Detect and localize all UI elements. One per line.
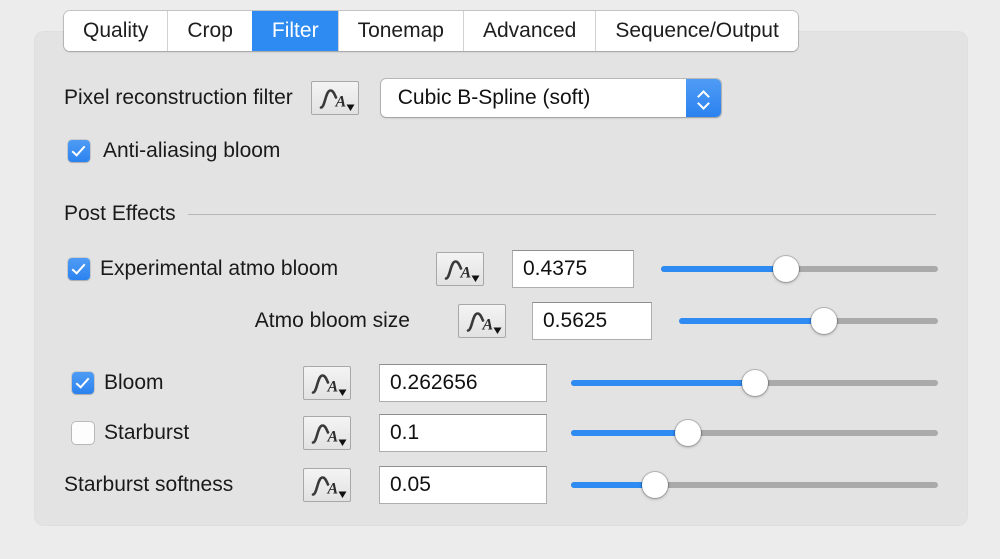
atmo-bloom-size-row: Atmo bloom size A 0.5625 (0, 302, 1000, 340)
bloom-value-field[interactable]: 0.262656 (379, 364, 547, 402)
starburst-softness-value: 0.05 (390, 473, 431, 496)
pixel-reconstruction-filter-value: Cubic B-Spline (soft) (397, 86, 591, 109)
post-effects-title: Post Effects (64, 202, 176, 225)
slider-fill (571, 430, 689, 436)
slider-fill (679, 318, 825, 324)
tab-tonemap[interactable]: Tonemap (337, 11, 463, 51)
stepper-icon[interactable] (685, 79, 721, 117)
tab-crop[interactable]: Crop (167, 11, 252, 51)
pixel-reconstruction-filter-label: Pixel reconstruction filter (64, 86, 293, 109)
svg-text:A: A (334, 94, 346, 111)
starburst-value-field[interactable]: 0.1 (379, 414, 547, 452)
slider-knob[interactable] (772, 256, 799, 282)
animation-curve-icon[interactable]: A (303, 366, 351, 400)
bloom-value: 0.262656 (390, 371, 478, 394)
starburst-label: Starburst (104, 421, 190, 444)
experimental-atmo-bloom-slider[interactable] (661, 256, 938, 282)
tab-label: Advanced (482, 19, 577, 42)
animation-curve-icon[interactable]: A (436, 252, 484, 286)
experimental-atmo-bloom-value-field[interactable]: 0.4375 (512, 250, 634, 288)
atmo-bloom-size-value: 0.5625 (543, 309, 608, 332)
atmo-bloom-size-label: Atmo bloom size (254, 309, 410, 332)
group-separator (187, 213, 936, 215)
starburst-softness-row: Starburst softness A 0.05 (0, 466, 1000, 504)
starburst-value: 0.1 (390, 421, 420, 444)
tab-label: Tonemap (357, 19, 444, 42)
animation-curve-icon[interactable]: A (303, 468, 351, 502)
chevron-down-icon (698, 100, 709, 106)
tab-label: Quality (83, 19, 149, 42)
svg-text:A: A (327, 379, 339, 396)
slider-knob[interactable] (811, 308, 838, 334)
starburst-softness-value-field[interactable]: 0.05 (379, 466, 547, 504)
tab-label: Sequence/Output (615, 19, 779, 42)
starburst-row: Starburst A 0.1 (0, 414, 1000, 452)
animation-curve-icon[interactable]: A (458, 304, 506, 338)
post-effects-group-header: Post Effects (64, 202, 936, 226)
experimental-atmo-bloom-row: Experimental atmo bloom A 0.4375 (0, 250, 1000, 288)
atmo-bloom-size-slider[interactable] (679, 308, 938, 334)
chevron-up-icon (698, 91, 709, 97)
svg-text:A: A (482, 317, 494, 334)
tab-filter[interactable]: Filter (251, 11, 338, 51)
experimental-atmo-bloom-label: Experimental atmo bloom (100, 257, 339, 280)
atmo-bloom-size-value-field[interactable]: 0.5625 (532, 302, 652, 340)
slider-fill (661, 266, 786, 272)
bloom-row: Bloom A 0.262656 (0, 364, 1000, 402)
slider-knob[interactable] (642, 472, 669, 498)
pixel-reconstruction-filter-row: Pixel reconstruction filter A Cubic B-Sp… (64, 79, 721, 117)
svg-text:A: A (327, 481, 339, 498)
experimental-atmo-bloom-value: 0.4375 (523, 257, 588, 280)
tab-label: Crop (187, 19, 233, 42)
slider-fill (571, 380, 755, 386)
anti-aliasing-bloom-label: Anti-aliasing bloom (103, 139, 281, 162)
svg-text:A: A (460, 265, 472, 282)
bloom-slider[interactable] (571, 370, 938, 396)
tab-label: Filter (271, 19, 319, 42)
starburst-slider[interactable] (571, 420, 938, 446)
svg-text:A: A (327, 429, 339, 446)
slider-knob[interactable] (675, 420, 702, 446)
anti-aliasing-bloom-row[interactable]: Anti-aliasing bloom (68, 139, 280, 163)
tab-sequence-output[interactable]: Sequence/Output (595, 11, 798, 51)
animation-curve-icon[interactable]: A (303, 416, 351, 450)
starburst-softness-slider[interactable] (571, 472, 938, 498)
pixel-reconstruction-filter-select[interactable]: Cubic B-Spline (soft) (380, 79, 721, 117)
slider-knob[interactable] (741, 370, 768, 396)
starburst-checkbox[interactable] (72, 422, 94, 444)
tab-advanced[interactable]: Advanced (462, 11, 596, 51)
bloom-label: Bloom (104, 371, 164, 394)
anti-aliasing-bloom-checkbox[interactable] (68, 140, 90, 162)
starburst-softness-label: Starburst softness (64, 473, 234, 496)
tab-bar: Quality Crop Filter Tonemap Advanced Sequence… (64, 11, 798, 51)
experimental-atmo-bloom-checkbox[interactable] (68, 258, 90, 280)
bloom-checkbox[interactable] (72, 372, 94, 394)
animation-curve-icon[interactable]: A (310, 81, 359, 115)
tab-quality[interactable]: Quality (64, 11, 168, 51)
